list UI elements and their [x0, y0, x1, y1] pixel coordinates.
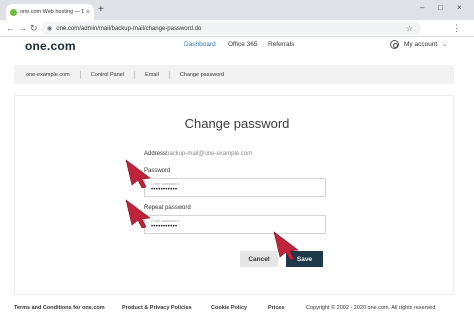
maximize-button[interactable]: □ [438, 3, 443, 12]
back-icon[interactable]: ← [6, 23, 15, 33]
lock-icon: ◉ [47, 26, 53, 32]
browser-tab[interactable]: one.com Web hosting — Domai × [6, 4, 94, 20]
pointer-arrow-icon [273, 231, 299, 260]
password-placeholder: Enter password [151, 181, 179, 186]
pointer-arrow-icon [125, 159, 151, 188]
chevron-down-icon: ⌄ [442, 42, 448, 48]
pointer-arrow-icon [125, 199, 151, 228]
footer-cookie-link[interactable]: Cookie Policy [211, 305, 247, 311]
footer-copyright: Copyright © 2002 - 2020 one.com. All rig… [306, 305, 436, 311]
nav-office-365[interactable]: Office 365 [228, 41, 258, 48]
address-label: Address [144, 151, 167, 157]
footer-prices-link[interactable]: Prices [268, 305, 285, 311]
breadcrumb-change-password: Change password [179, 71, 225, 78]
browser-tab-bar: one.com Web hosting — Domai × + – □ × [0, 0, 474, 20]
address-value: backup-mail@one-example.com [166, 151, 253, 157]
tab-close-icon[interactable]: × [86, 9, 90, 16]
forward-icon[interactable]: → [18, 23, 27, 33]
nav-referrals[interactable]: Referrals [268, 41, 294, 48]
password-field[interactable]: Enter password ••••••••••• [144, 178, 326, 197]
close-window-button[interactable]: × [457, 3, 462, 12]
footer-privacy-link[interactable]: Product & Privacy Policies [122, 305, 192, 311]
password-value: ••••••••••• [151, 187, 178, 193]
menu-kebab-icon[interactable]: ⋮ [452, 23, 461, 34]
user-icon [390, 40, 399, 49]
account-menu[interactable]: My account ⌄ [390, 40, 447, 49]
address-bar: ← → ↻ ◉ one.com/admin/mail/backup-mail/c… [0, 20, 474, 37]
breadcrumb-email[interactable]: Email [135, 70, 170, 79]
breadcrumb-domain[interactable]: one-example.com [14, 70, 81, 79]
url-text: one.com/admin/mail/backup-mail/change-pa… [56, 25, 202, 32]
repeat-password-value: ••••••••••• [151, 224, 178, 230]
breadcrumb: one-example.com Control Panel Email Chan… [14, 65, 454, 84]
new-tab-button[interactable]: + [98, 5, 104, 15]
tab-title: one.com Web hosting — Domai [20, 9, 84, 15]
breadcrumb-control-panel[interactable]: Control Panel [81, 70, 136, 79]
page-title: Change password [184, 116, 290, 131]
logo[interactable]: one.com [25, 39, 76, 53]
minimize-button[interactable]: – [420, 3, 424, 12]
nav-dashboard[interactable]: Dashboard [184, 41, 216, 48]
account-label: My account [404, 41, 438, 48]
footer-terms-link[interactable]: Terms and Conditions for one.com [14, 305, 105, 311]
repeat-password-placeholder: Enter password [151, 218, 179, 223]
bookmark-star-icon[interactable]: ☆ [406, 24, 413, 33]
favicon-icon [10, 8, 17, 16]
reload-icon[interactable]: ↻ [30, 23, 38, 33]
url-field[interactable]: ◉ one.com/admin/mail/backup-mail/change-… [41, 22, 421, 35]
